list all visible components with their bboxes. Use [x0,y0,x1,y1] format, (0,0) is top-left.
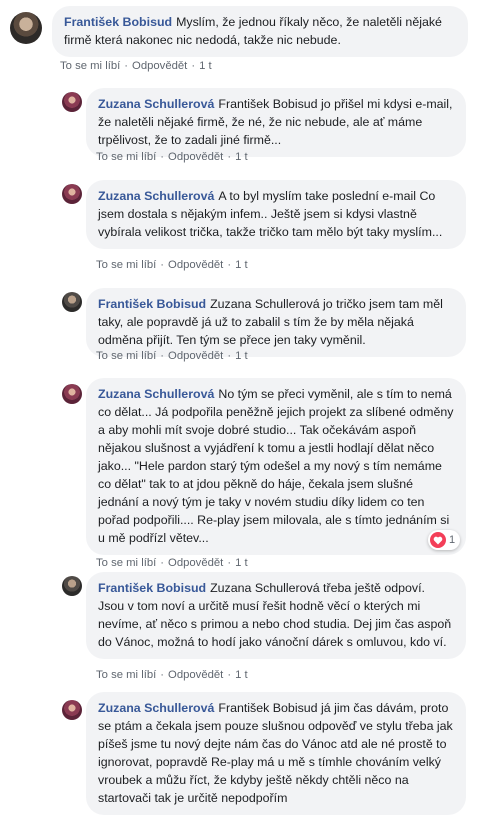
like-button[interactable]: To se mi líbí [96,669,156,681]
comment-bubble: Zuzana Schullerová No tým se přeci vyměni… [86,378,466,555]
separator: · [124,60,129,72]
comment-author[interactable]: Zuzana Schullerová [98,701,214,715]
comment-bubble: Zuzana Schullerová František Bobisud jo p… [86,88,466,157]
comment-time[interactable]: 1 t [235,669,248,681]
comment-text: No tým se přeci vyměnil, ale s tím to ne… [98,387,454,545]
comment-bubble: František Bobisud Zuzana Schullerová třeb… [86,572,466,659]
reaction-number: 1 [449,534,456,546]
avatar[interactable] [10,12,42,44]
reply-comment: František Bobisud Zuzana Schullerová jo t… [0,286,484,376]
comment-time[interactable]: 1 t [235,557,248,569]
comment-text: František Bobisud já jim čas dávám, prot… [98,701,453,805]
separator: · [227,557,232,569]
separator: · [191,60,196,72]
reply-comment: Zuzana Schullerová No tým se přeci vyměni… [0,375,484,569]
comment-actions: To se mi líbí · Odpovědět · 1 t [96,557,248,569]
reply-button[interactable]: Odpovědět [132,60,187,72]
comment-author[interactable]: Zuzana Schullerová [98,387,214,401]
reply-button[interactable]: Odpovědět [168,151,223,163]
reaction-count[interactable]: 1 [428,530,461,550]
comment-author[interactable]: František Bobisud [64,15,172,29]
comment-author[interactable]: Zuzana Schullerová [98,97,214,111]
separator: · [227,669,232,681]
separator: · [227,350,232,362]
like-button[interactable]: To se mi líbí [96,557,156,569]
separator: · [160,557,165,569]
comment-bubble: František Bobisud Myslím, že jednou říkal… [52,6,468,57]
comment-time[interactable]: 1 t [235,350,248,362]
like-button[interactable]: To se mi líbí [60,60,120,72]
comment-actions: To se mi líbí · Odpovědět · 1 t [60,60,212,72]
comment-actions: To se mi líbí · Odpovědět · 1 t [96,350,248,362]
reply-button[interactable]: Odpovědět [168,669,223,681]
comment-actions: To se mi líbí · Odpovědět · 1 t [96,669,248,681]
separator: · [160,151,165,163]
separator: · [227,259,232,271]
like-button[interactable]: To se mi líbí [96,151,156,163]
separator: · [160,259,165,271]
reply-button[interactable]: Odpovědět [168,350,223,362]
avatar[interactable] [62,292,82,312]
separator: · [160,350,165,362]
reply-comment: Zuzana Schullerová František Bobisud jo p… [0,86,484,176]
comment-author[interactable]: František Bobisud [98,297,206,311]
avatar[interactable] [62,700,82,720]
comment-author[interactable]: Zuzana Schullerová [98,189,214,203]
comment-time[interactable]: 1 t [235,259,248,271]
comment-actions: To se mi líbí · Odpovědět · 1 t [96,151,248,163]
separator: · [227,151,232,163]
reply-comment: Zuzana Schullerová František Bobisud já j… [0,688,484,828]
like-button[interactable]: To se mi líbí [96,259,156,271]
avatar[interactable] [62,576,82,596]
heart-icon [430,532,446,548]
comment: František Bobisud Myslím, že jednou říkal… [0,0,484,80]
like-button[interactable]: To se mi líbí [96,350,156,362]
comment-bubble: Zuzana Schullerová František Bobisud já j… [86,692,466,815]
comment-time[interactable]: 1 t [199,60,212,72]
comment-time[interactable]: 1 t [235,151,248,163]
comment-author[interactable]: František Bobisud [98,581,206,595]
comment-bubble: František Bobisud Zuzana Schullerová jo t… [86,288,466,357]
reply-button[interactable]: Odpovědět [168,259,223,271]
separator: · [160,669,165,681]
reply-comment: Zuzana Schullerová A to byl myslím take p… [0,178,484,288]
comment-bubble: Zuzana Schullerová A to byl myslím take p… [86,180,466,249]
reply-button[interactable]: Odpovědět [168,557,223,569]
avatar[interactable] [62,184,82,204]
reply-comment: František Bobisud Zuzana Schullerová třeb… [0,570,484,688]
avatar[interactable] [62,92,82,112]
comment-actions: To se mi líbí · Odpovědět · 1 t [96,259,248,271]
avatar[interactable] [62,384,82,404]
